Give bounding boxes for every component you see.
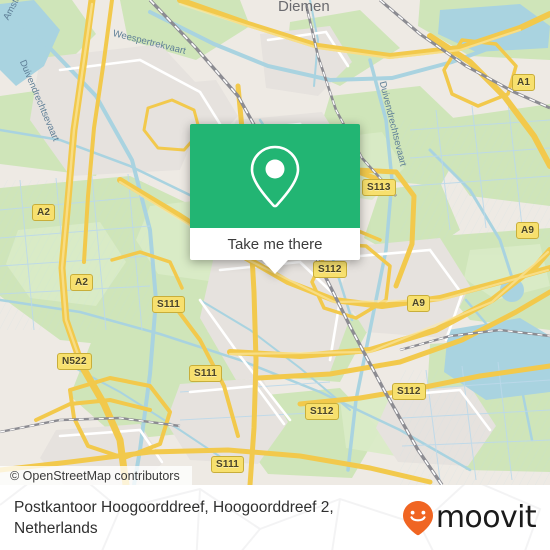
moovit-wordmark: moovit [435,499,537,535]
road-shield-a1[interactable]: A1 [512,74,536,91]
map-pin-icon [250,145,300,208]
road-shield-a9-upper[interactable]: A9 [516,222,540,239]
road-shield-s111-upper[interactable]: S111 [152,296,186,313]
osm-attribution-text: © OpenStreetMap contributors [10,468,180,483]
popup-tail-arrow [262,260,288,274]
moovit-logo[interactable]: moovit [402,499,537,536]
road-shield-a2-lower[interactable]: A2 [70,274,94,291]
road-shield-s112-right[interactable]: S112 [392,383,426,400]
popup-pin-area [190,124,360,228]
osm-attribution[interactable]: © OpenStreetMap contributors [0,466,192,485]
location-popup-card[interactable]: Take me there [190,124,360,274]
road-shield-s111-lower[interactable]: S111 [211,456,245,473]
map-screenshot: Diemen Amstel Duivendrechtsevaart Weespe… [0,0,550,550]
take-me-there-label: Take me there [227,235,323,253]
map-viewport[interactable]: Diemen Amstel Duivendrechtsevaart Weespe… [0,0,550,485]
road-shield-s111-middle[interactable]: S111 [189,365,223,382]
road-shield-s112-lower[interactable]: S112 [305,403,339,420]
road-shield-a9-lower[interactable]: A9 [407,295,431,312]
location-address: Postkantoor Hoogoorddreef, Hoogoorddreef… [14,498,334,537]
footer-bar: Postkantoor Hoogoorddreef, Hoogoorddreef… [0,485,550,550]
moovit-pin-smile-icon [402,500,433,535]
place-label-diemen: Diemen [278,0,330,15]
road-shield-s113[interactable]: S113 [362,179,396,196]
take-me-there-button[interactable]: Take me there [190,228,360,260]
road-shield-s112-upper[interactable]: S112 [313,261,347,278]
road-shield-a2-upper[interactable]: A2 [32,204,56,221]
road-shield-n522[interactable]: N522 [57,353,92,370]
